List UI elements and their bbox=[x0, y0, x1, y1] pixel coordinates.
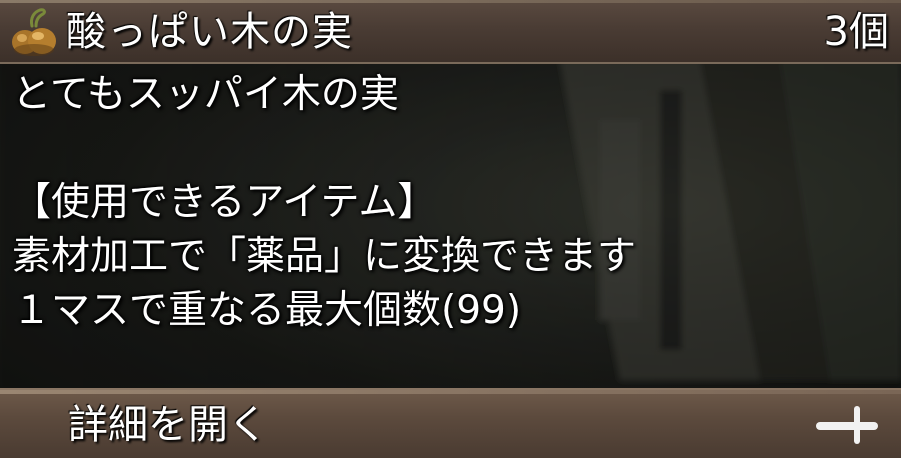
item-tooltip: 酸っぱい木の実 3個 とてもスッパイ木の実 【使用できるアイテム】 素材加工で「… bbox=[0, 0, 901, 458]
description-line: １マスで重なる最大個数(99) bbox=[12, 288, 522, 333]
open-details-label[interactable]: 詳細を開く bbox=[68, 396, 268, 454]
item-name: 酸っぱい木の実 bbox=[66, 9, 353, 55]
description-line bbox=[12, 122, 892, 176]
nut-fruit-icon bbox=[6, 4, 62, 60]
description-line: 【使用できるアイテム】 bbox=[12, 180, 437, 225]
item-description: とてもスッパイ木の実 【使用できるアイテム】 素材加工で「薬品」に変換できます … bbox=[12, 68, 892, 338]
item-header-bar: 酸っぱい木の実 3個 bbox=[0, 0, 901, 64]
open-details-bar[interactable]: 詳細を開く bbox=[0, 388, 901, 458]
plus-icon[interactable] bbox=[812, 404, 882, 448]
description-line: 素材加工で「薬品」に変換できます bbox=[12, 234, 637, 279]
description-line: とてもスッパイ木の実 bbox=[12, 72, 399, 117]
item-count: 3個 bbox=[823, 9, 889, 55]
